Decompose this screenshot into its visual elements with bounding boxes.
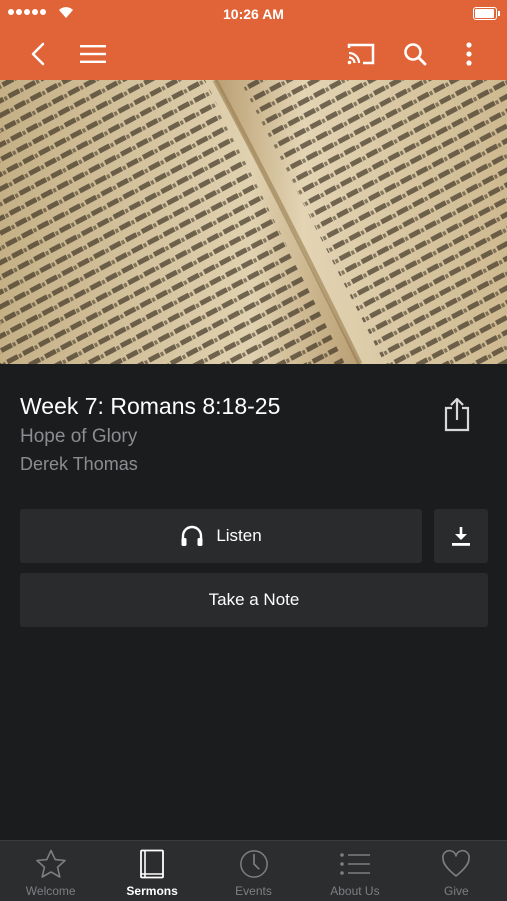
tab-welcome[interactable]: Welcome (0, 841, 101, 901)
listen-label: Listen (216, 526, 262, 545)
back-button[interactable] (20, 36, 56, 72)
share-icon (444, 397, 470, 432)
list-icon (340, 853, 370, 875)
download-icon (452, 527, 470, 546)
heart-icon (442, 849, 471, 877)
battery-icon (473, 7, 500, 20)
tab-welcome-label: Welcome (25, 884, 76, 898)
download-button[interactable] (434, 509, 488, 563)
tab-give-label: Give (443, 884, 469, 898)
more-button[interactable] (451, 36, 487, 72)
headphones-icon (181, 525, 203, 546)
nav-bar (0, 28, 507, 80)
tab-sermons[interactable]: Sermons (101, 841, 202, 901)
status-bar: 10:26 AM (0, 0, 507, 28)
tab-sermons-label: Sermons (126, 884, 178, 898)
tab-give[interactable]: Give (406, 841, 507, 901)
status-time: 10:26 AM (223, 6, 284, 22)
cast-button[interactable] (343, 36, 379, 72)
search-icon (404, 43, 427, 66)
sermon-info: Week 7: Romans 8:18-25 Hope of Glory Der… (20, 393, 280, 475)
hamburger-menu-icon (80, 45, 106, 63)
cast-icon (347, 43, 375, 65)
share-button[interactable] (443, 396, 471, 432)
star-icon (35, 849, 66, 878)
back-chevron-icon (31, 42, 45, 66)
take-note-label: Take a Note (208, 590, 300, 609)
clock-icon (239, 850, 268, 878)
sermon-series: Hope of Glory (20, 426, 138, 447)
more-vertical-icon (466, 42, 472, 66)
menu-button[interactable] (75, 36, 111, 72)
sermon-title: Week 7: Romans 8:18-25 (20, 393, 281, 419)
search-button[interactable] (397, 36, 433, 72)
sermon-speaker: Derek Thomas (20, 454, 138, 474)
take-note-button[interactable]: Take a Note (20, 573, 488, 627)
tab-bar: Welcome Sermons Events About Us Give (0, 840, 507, 901)
book-icon (140, 849, 165, 879)
sermon-artwork (0, 80, 507, 364)
tab-about-us[interactable]: About Us (304, 841, 405, 901)
tab-events-label: Events (235, 884, 272, 898)
listen-button[interactable]: Listen (20, 509, 422, 563)
tab-about-us-label: About Us (330, 884, 380, 898)
tab-events[interactable]: Events (203, 841, 304, 901)
